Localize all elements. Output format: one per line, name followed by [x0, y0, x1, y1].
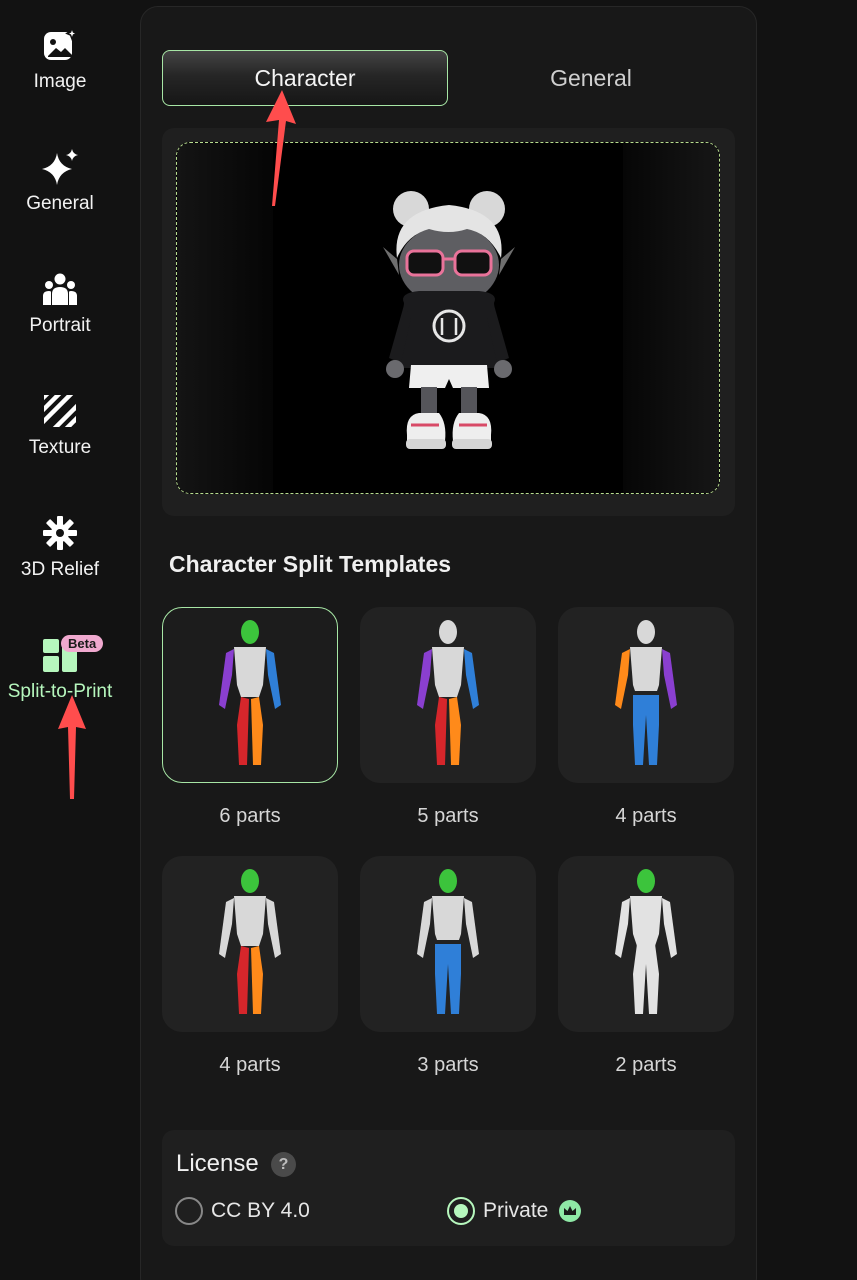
- sidebar: Image General Portrait Texture 3D Relief…: [0, 0, 120, 1280]
- mannequin-6-parts-image: [219, 620, 281, 765]
- template-card-4-parts-legs[interactable]: [162, 856, 338, 1032]
- relief-gear-icon: [40, 513, 80, 553]
- mannequin-4-parts-arms-image: [615, 620, 677, 765]
- sparkle-icon: [40, 147, 80, 187]
- license-option-label[interactable]: CC BY 4.0: [211, 1199, 310, 1223]
- template-card-5-parts[interactable]: [360, 607, 536, 783]
- template-label: 6 parts: [219, 805, 281, 827]
- template-label: 2 parts: [615, 1054, 677, 1076]
- template-label: 3 parts: [417, 1054, 479, 1076]
- templates-section-title: Character Split Templates: [169, 551, 452, 577]
- mannequin-4-parts-legs-image: [219, 869, 281, 1014]
- template-card-6-parts[interactable]: [162, 607, 338, 783]
- people-icon: [40, 269, 80, 309]
- sidebar-item-label: Texture: [28, 437, 92, 458]
- sidebar-item-general[interactable]: General: [0, 147, 120, 215]
- mannequin-2-parts-image: [615, 869, 677, 1014]
- template-label: 4 parts: [219, 1054, 281, 1076]
- license-title: License: [176, 1150, 259, 1177]
- tab-general[interactable]: General: [448, 50, 734, 106]
- license-section: License ? CC BY 4.0 Private: [162, 1130, 735, 1246]
- mode-tabs: Character General: [162, 50, 734, 106]
- license-option-label[interactable]: Private: [483, 1199, 548, 1223]
- license-radio-cc-by[interactable]: [175, 1197, 203, 1225]
- sidebar-item-label: 3D Relief: [20, 559, 100, 580]
- texture-stripes-icon: [40, 391, 80, 431]
- tab-character[interactable]: Character: [162, 50, 448, 106]
- sidebar-item-label: General: [26, 193, 94, 214]
- image-sparkle-icon: [40, 25, 80, 65]
- sidebar-item-label: Portrait: [29, 315, 91, 336]
- mannequin-5-parts-image: [417, 620, 479, 765]
- annotation-arrow-icon: [266, 90, 296, 206]
- sidebar-item-image[interactable]: Image: [0, 25, 120, 93]
- sidebar-item-label: Image: [33, 71, 87, 92]
- template-card-2-parts[interactable]: [558, 856, 734, 1032]
- sidebar-item-3d-relief[interactable]: 3D Relief: [0, 513, 120, 581]
- help-icon[interactable]: ?: [271, 1152, 296, 1177]
- sidebar-item-texture[interactable]: Texture: [0, 391, 120, 459]
- mannequin-3-parts-image: [417, 869, 479, 1014]
- template-label: 5 parts: [417, 805, 479, 827]
- sidebar-item-portrait[interactable]: Portrait: [0, 269, 120, 337]
- beta-badge: Beta: [61, 635, 104, 652]
- license-radio-private[interactable]: [447, 1197, 475, 1225]
- template-card-4-parts-arms[interactable]: [558, 607, 734, 783]
- annotation-arrow-icon: [58, 695, 86, 799]
- template-card-3-parts[interactable]: [360, 856, 536, 1032]
- crown-icon: [559, 1200, 581, 1222]
- template-label: 4 parts: [615, 805, 677, 827]
